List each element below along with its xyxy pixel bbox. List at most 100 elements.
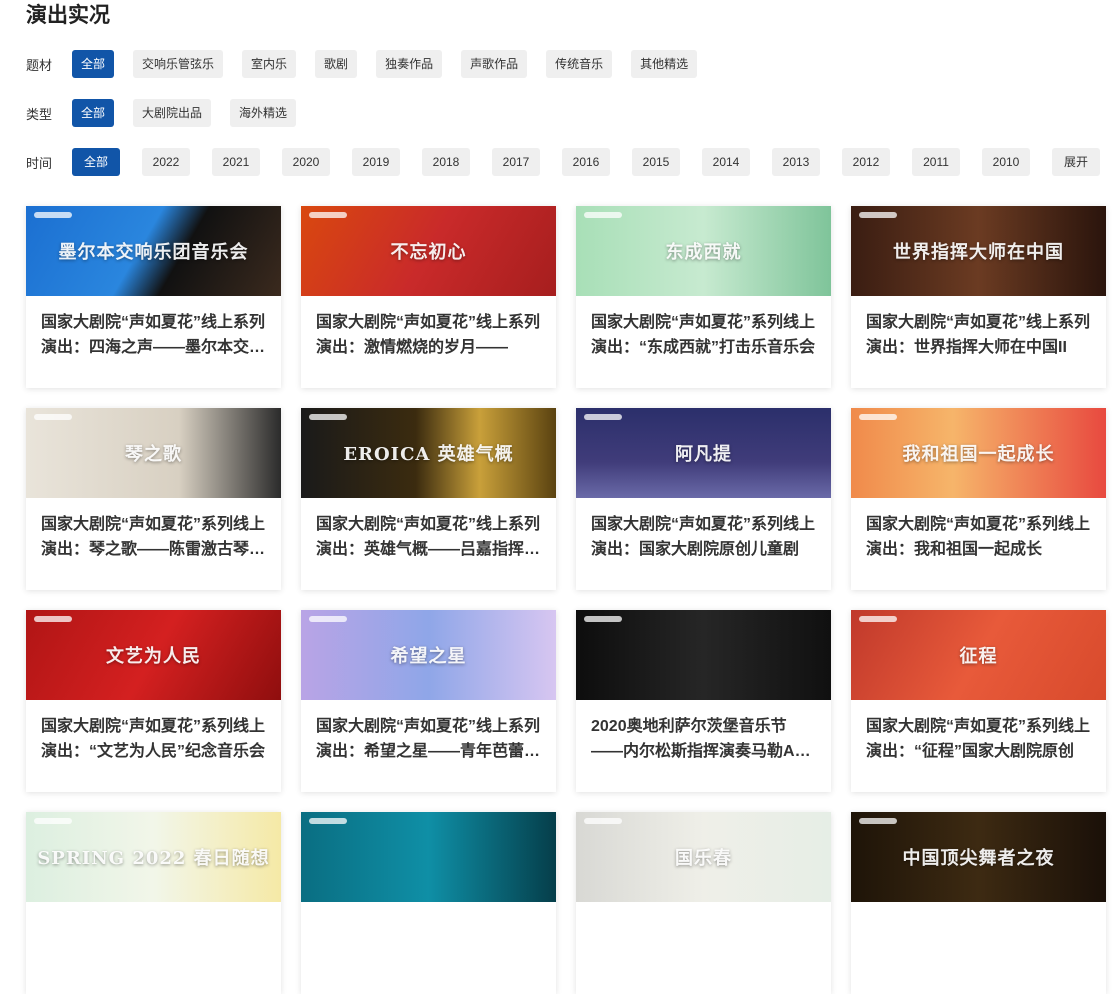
performance-card[interactable]: 中国顶尖舞者之夜 <box>851 812 1106 994</box>
poster-title: 我和祖国一起成长 <box>902 444 1055 465</box>
card-title[interactable]: 国家大剧院“声如夏花”线上系列演出：希望之星——青年芭蕾与现代舞荟萃 <box>301 700 556 764</box>
filter-chip[interactable]: 大剧院出品 <box>133 99 212 127</box>
card-title[interactable]: 2020奥地利萨尔茨堡音乐节——内尔松斯指挥演奏马勒A小调 <box>576 700 831 764</box>
card-title[interactable]: 国家大剧院“声如夏花”系列线上演出：我和祖国一起成长 <box>851 498 1106 562</box>
ncpa-logo-icon <box>584 616 622 622</box>
card-thumbnail: 东成西就 <box>576 206 831 296</box>
poster-title: 东成西就 <box>665 242 742 263</box>
filter-chip[interactable]: 2017 <box>492 148 540 176</box>
poster-title: 阿凡提 <box>675 444 732 465</box>
performance-card[interactable]: SPRING 2022 春日随想 <box>26 812 281 994</box>
filter-chip[interactable]: 歌剧 <box>315 50 358 78</box>
card-title[interactable]: 国家大剧院“声如夏花”系列线上演出：“征程”国家大剧院原创 <box>851 700 1106 764</box>
card-title[interactable]: 国家大剧院“声如夏花”线上系列演出：激情燃烧的岁月—— <box>301 296 556 360</box>
ncpa-logo-icon <box>34 818 72 824</box>
filter-label: 类型 <box>26 106 53 122</box>
filter-chip[interactable]: 海外精选 <box>230 99 297 127</box>
filter-chip[interactable]: 其他精选 <box>631 50 698 78</box>
performance-card[interactable]: EROICA 英雄气概国家大剧院“声如夏花”线上系列演出：英雄气概——吕嘉指挥国… <box>301 408 556 590</box>
card-thumbnail: 琴之歌 <box>26 408 281 498</box>
filter-chip[interactable]: 传统音乐 <box>546 50 613 78</box>
filter-chip[interactable]: 2016 <box>562 148 610 176</box>
ncpa-logo-icon <box>34 212 72 218</box>
performance-card[interactable]: 国乐春 <box>576 812 831 994</box>
card-thumbnail: 世界指挥大师在中国 <box>851 206 1106 296</box>
card-title[interactable]: 国家大剧院“声如夏花”线上系列演出：英雄气概——吕嘉指挥国家大剧院管弦乐团 <box>301 498 556 562</box>
performance-card[interactable]: 2020奥地利萨尔茨堡音乐节——内尔松斯指挥演奏马勒A小调 <box>576 610 831 792</box>
card-title[interactable]: 国家大剧院“声如夏花”系列线上演出：“文艺为人民”纪念音乐会 <box>26 700 281 764</box>
filter-chip[interactable]: 2018 <box>422 148 470 176</box>
card-title[interactable] <box>301 902 556 966</box>
card-thumbnail: 墨尔本交响乐团音乐会 <box>26 206 281 296</box>
poster-title: 国乐春 <box>675 848 732 869</box>
card-title[interactable] <box>576 902 831 966</box>
card-thumbnail: 不忘初心 <box>301 206 556 296</box>
ncpa-logo-icon <box>309 616 347 622</box>
filter-chip[interactable]: 交响乐管弦乐 <box>133 50 224 78</box>
performance-card[interactable]: 墨尔本交响乐团音乐会国家大剧院“声如夏花”线上系列演出：四海之声——墨尔本交响乐… <box>26 206 281 388</box>
card-title[interactable]: 国家大剧院“声如夏花”系列线上演出：国家大剧院原创儿童剧 <box>576 498 831 562</box>
card-title[interactable]: 国家大剧院“声如夏花”线上系列演出：世界指挥大师在中国II <box>851 296 1106 360</box>
card-thumbnail: 征程 <box>851 610 1106 700</box>
performance-card[interactable]: 世界指挥大师在中国国家大剧院“声如夏花”线上系列演出：世界指挥大师在中国II <box>851 206 1106 388</box>
ncpa-logo-icon <box>584 212 622 218</box>
filter-chip[interactable]: 全部 <box>72 99 115 127</box>
performance-card[interactable]: 希望之星国家大剧院“声如夏花”线上系列演出：希望之星——青年芭蕾与现代舞荟萃 <box>301 610 556 792</box>
page: 演出实况 题材 全部 交响乐管弦乐 室内乐 歌剧 独奏作品 声歌作品 传统音乐 其他精选 类型 全部… <box>0 0 1114 994</box>
filter-chip[interactable]: 全部 <box>72 50 115 78</box>
filter-chip[interactable]: 2019 <box>352 148 400 176</box>
filter-chip[interactable]: 2014 <box>702 148 750 176</box>
performance-card[interactable] <box>301 812 556 994</box>
filter-chip[interactable]: 声歌作品 <box>461 50 528 78</box>
poster-title: EROICA 英雄气概 <box>343 444 514 465</box>
card-thumbnail: EROICA 英雄气概 <box>301 408 556 498</box>
poster-title: 世界指挥大师在中国 <box>893 242 1064 263</box>
ncpa-logo-icon <box>859 616 897 622</box>
poster-title: 墨尔本交响乐团音乐会 <box>58 242 249 263</box>
card-thumbnail: 文艺为人民 <box>26 610 281 700</box>
ncpa-logo-icon <box>859 818 897 824</box>
card-thumbnail <box>301 812 556 902</box>
filter-label: 时间 <box>26 155 53 171</box>
performance-card[interactable]: 不忘初心 国家大剧院“声如夏花”线上系列演出：激情燃烧的岁月—— <box>301 206 556 388</box>
filter-chip[interactable]: 2020 <box>282 148 330 176</box>
filter-chip[interactable]: 2013 <box>772 148 820 176</box>
filter-label: 题材 <box>26 57 53 73</box>
filter-row: 类型 全部 大剧院出品 海外精选 <box>26 99 1114 127</box>
performance-card[interactable]: 东成西就国家大剧院“声如夏花”系列线上演出：“东成西就”打击乐音乐会 <box>576 206 831 388</box>
filter-chip[interactable]: 室内乐 <box>242 50 297 78</box>
card-title[interactable] <box>26 902 281 966</box>
filter-chip[interactable]: 2022 <box>142 148 190 176</box>
card-thumbnail: SPRING 2022 春日随想 <box>26 812 281 902</box>
card-thumbnail: 中国顶尖舞者之夜 <box>851 812 1106 902</box>
performance-card[interactable]: 琴之歌国家大剧院“声如夏花”系列线上演出：琴之歌——陈雷激古琴音乐会 <box>26 408 281 590</box>
page-title: 演出实况 <box>26 4 110 27</box>
card-title[interactable]: 国家大剧院“声如夏花”系列线上演出：琴之歌——陈雷激古琴音乐会 <box>26 498 281 562</box>
filter-chip[interactable]: 全部 <box>72 148 120 176</box>
card-title[interactable] <box>851 902 1106 966</box>
ncpa-logo-icon <box>859 212 897 218</box>
poster-title: 中国顶尖舞者之夜 <box>902 848 1055 869</box>
ncpa-logo-icon <box>309 414 347 420</box>
card-thumbnail: 我和祖国一起成长 <box>851 408 1106 498</box>
filter-chip[interactable]: 2010 <box>982 148 1030 176</box>
performance-card[interactable]: 我和祖国一起成长国家大剧院“声如夏花”系列线上演出：我和祖国一起成长 <box>851 408 1106 590</box>
filter-chip[interactable]: 2015 <box>632 148 680 176</box>
card-thumbnail <box>576 610 831 700</box>
filter-chip[interactable]: 独奏作品 <box>376 50 443 78</box>
poster-title: 琴之歌 <box>125 444 182 465</box>
performance-grid: 墨尔本交响乐团音乐会国家大剧院“声如夏花”线上系列演出：四海之声——墨尔本交响乐… <box>26 206 1114 994</box>
performance-card[interactable]: 征程 国家大剧院“声如夏花”系列线上演出：“征程”国家大剧院原创 <box>851 610 1106 792</box>
ncpa-logo-icon <box>309 212 347 218</box>
card-thumbnail: 希望之星 <box>301 610 556 700</box>
card-title[interactable]: 国家大剧院“声如夏花”线上系列演出：四海之声——墨尔本交响乐团音乐会 <box>26 296 281 360</box>
filter-chip[interactable]: 2011 <box>912 148 960 176</box>
card-title[interactable]: 国家大剧院“声如夏花”系列线上演出：“东成西就”打击乐音乐会 <box>576 296 831 360</box>
poster-title: SPRING 2022 春日随想 <box>37 848 270 869</box>
filter-chip[interactable]: 展开 <box>1052 148 1100 176</box>
performance-card[interactable]: 阿凡提国家大剧院“声如夏花”系列线上演出：国家大剧院原创儿童剧 <box>576 408 831 590</box>
filter-chip[interactable]: 2021 <box>212 148 260 176</box>
ncpa-logo-icon <box>309 818 347 824</box>
performance-card[interactable]: 文艺为人民 国家大剧院“声如夏花”系列线上演出：“文艺为人民”纪念音乐会 <box>26 610 281 792</box>
filter-chip[interactable]: 2012 <box>842 148 890 176</box>
